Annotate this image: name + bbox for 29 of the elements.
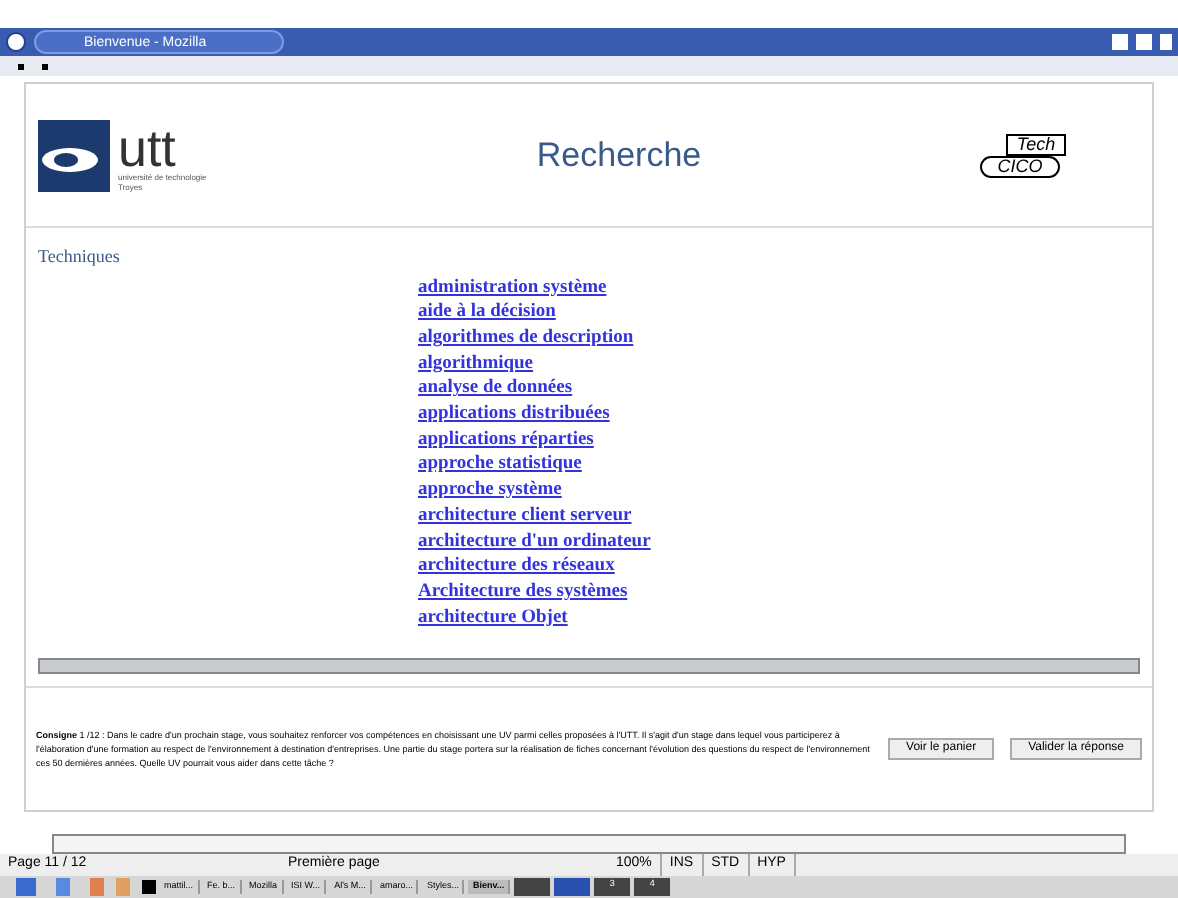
horizontal-scrollbar[interactable]: [38, 658, 1140, 674]
minimize-icon[interactable]: [1112, 34, 1128, 50]
desktop-button[interactable]: [554, 878, 591, 896]
section-title: Techniques: [38, 244, 122, 270]
technique-link[interactable]: architecture client serveur: [418, 503, 632, 530]
technique-link[interactable]: Architecture des systèmes: [418, 579, 628, 606]
close-icon[interactable]: [1160, 34, 1172, 50]
partner-logo: Tech CICO: [900, 133, 1140, 177]
technique-link[interactable]: analyse de données: [418, 376, 573, 403]
technique-link[interactable]: approche système: [418, 478, 562, 504]
technique-link[interactable]: approche statistique: [418, 452, 582, 479]
desktop-button[interactable]: [514, 878, 551, 896]
window-menu-icon[interactable]: [6, 32, 26, 52]
technique-link[interactable]: administration système: [418, 275, 607, 301]
page-title: Recherche: [534, 133, 704, 178]
technique-link[interactable]: architecture Objet: [418, 605, 568, 631]
app-icon[interactable]: [56, 878, 70, 896]
start-icon[interactable]: [16, 878, 36, 896]
logo-text: utt: [118, 123, 176, 171]
technique-link[interactable]: architecture d'un ordinateur: [418, 529, 651, 555]
technique-link[interactable]: aide à la décision: [418, 300, 556, 326]
technique-link[interactable]: algorithmique: [418, 351, 534, 377]
maximize-icon[interactable]: [1136, 34, 1152, 50]
technique-link[interactable]: architecture des réseaux: [418, 554, 615, 580]
technique-link[interactable]: algorithmes de description: [418, 325, 634, 352]
horizontal-scrollbar[interactable]: [52, 834, 1126, 854]
technique-link[interactable]: applications réparties: [418, 427, 594, 453]
technique-link[interactable]: applications distribuées: [418, 402, 610, 428]
university-logo-icon: [38, 119, 110, 191]
